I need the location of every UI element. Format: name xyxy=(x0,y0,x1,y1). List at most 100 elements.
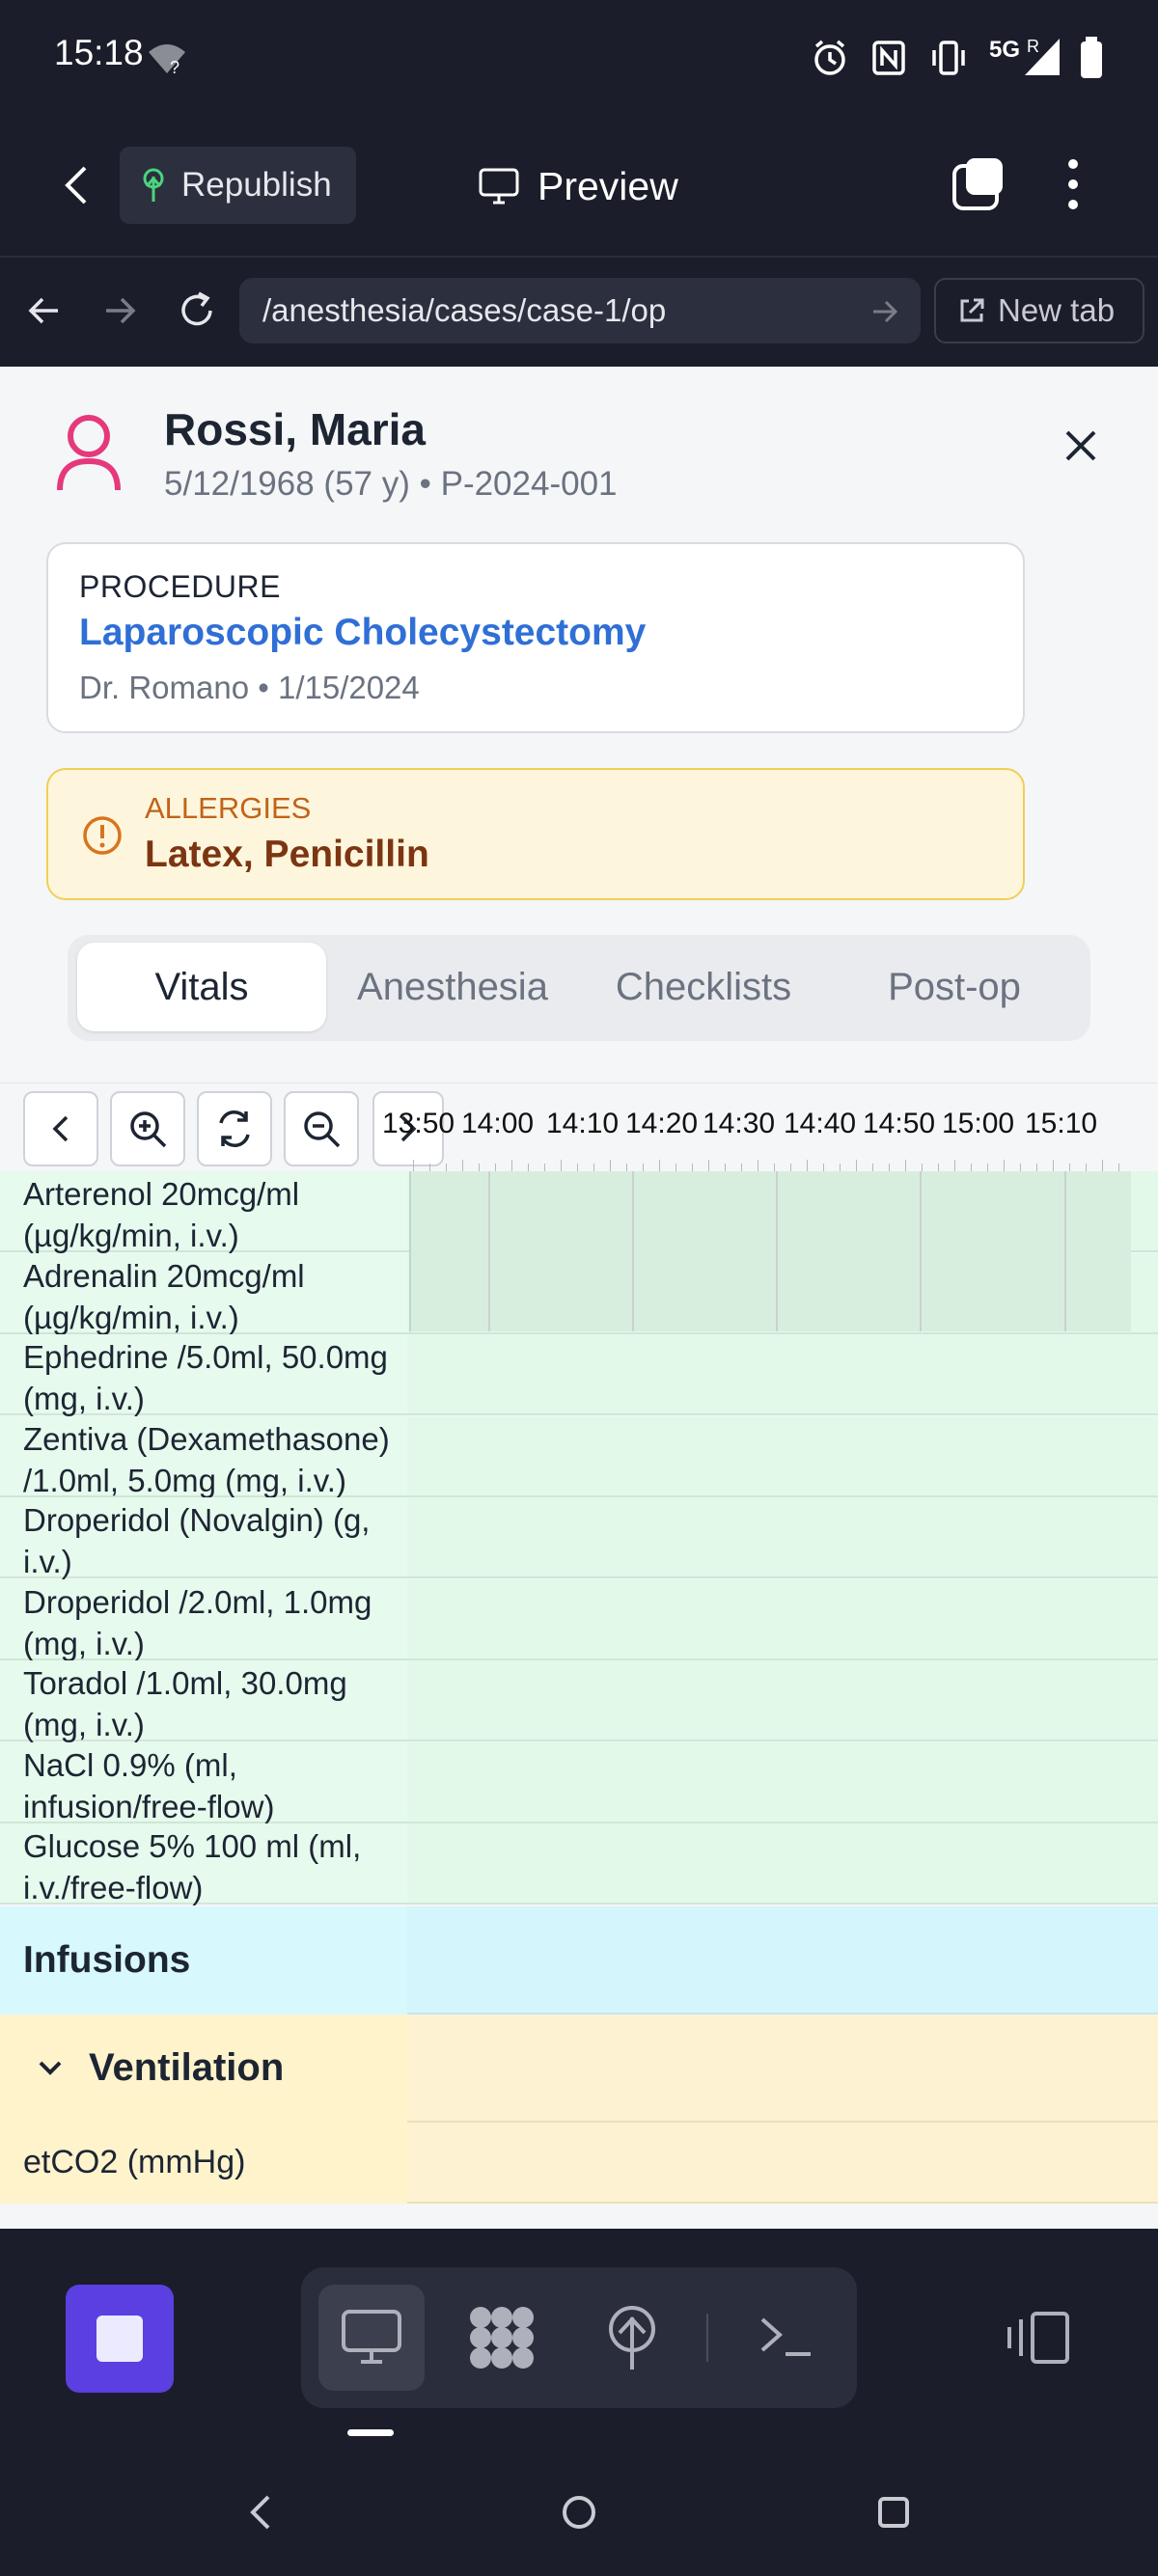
timeline-tick-mark xyxy=(577,1164,578,1171)
vibrate-icon xyxy=(932,41,965,75)
timeline-tick-mark xyxy=(528,1164,529,1171)
patient-name: Rossi, Maria xyxy=(164,404,426,454)
timeline-tick-mark xyxy=(429,1164,430,1171)
chevron-down-icon[interactable] xyxy=(33,2051,68,2086)
infusions-label: Infusions xyxy=(23,1939,191,1981)
medication-row[interactable]: Toradol /1.0ml, 30.0mg (mg, i.v.) xyxy=(0,1660,1158,1742)
patient-meta: 5/12/1968 (57 y) • P-2024-001 xyxy=(164,465,618,503)
timeline-tick-mark xyxy=(659,1160,660,1171)
system-recents-icon[interactable] xyxy=(872,2491,915,2534)
timeline-tick-mark xyxy=(446,1164,447,1171)
procedure-meta: Dr. Romano • 1/15/2024 xyxy=(79,670,420,705)
timeline-tick-mark xyxy=(593,1164,594,1171)
timeline-tick-mark xyxy=(987,1164,988,1171)
back-icon[interactable] xyxy=(58,162,96,208)
new-tab-button[interactable]: New tab xyxy=(934,278,1144,343)
timeline-tick-mark xyxy=(774,1164,775,1171)
chart-gridline xyxy=(1064,1171,1066,1331)
medication-row[interactable]: NaCl 0.9% (ml, infusion/free-flow) xyxy=(0,1741,1158,1824)
medication-label: Droperidol (Novalgin) (g, i.v.) xyxy=(23,1502,371,1579)
timeline-tick-mark xyxy=(1053,1160,1054,1171)
more-options-icon[interactable] xyxy=(1062,156,1085,212)
svg-text:R: R xyxy=(1027,37,1039,56)
medication-row[interactable]: Ephedrine /5.0ml, 50.0mg (mg, i.v.) xyxy=(0,1334,1158,1416)
svg-text:?: ? xyxy=(170,58,179,75)
url-text: /anesthesia/cases/case-1/op xyxy=(262,292,667,328)
medication-row[interactable]: Droperidol /2.0ml, 1.0mg (mg, i.v.) xyxy=(0,1578,1158,1661)
desktop-icon[interactable] xyxy=(340,2308,403,2368)
wifi-icon: ? xyxy=(149,44,185,75)
publish-icon[interactable] xyxy=(600,2304,664,2371)
tab-anesthesia[interactable]: Anesthesia xyxy=(328,943,577,1031)
apps-icon[interactable] xyxy=(467,2304,537,2371)
reset-icon xyxy=(219,1110,250,1147)
timeline-tick-mark xyxy=(413,1160,414,1171)
procedure-title: Laparoscopic Cholecystectomy xyxy=(79,612,647,653)
battery-icon xyxy=(1081,37,1102,78)
timeline-chart-area xyxy=(409,1171,1131,1331)
timeline-tick-mark xyxy=(1004,1160,1005,1171)
system-home-icon[interactable] xyxy=(558,2491,600,2534)
medication-label: Toradol /1.0ml, 30.0mg (mg, i.v.) xyxy=(23,1665,347,1742)
timeline-tick-mark xyxy=(725,1164,726,1171)
split-screen-icon[interactable] xyxy=(1004,2310,1073,2366)
timeline-tick-mark xyxy=(807,1160,808,1171)
timeline-tick-mark xyxy=(692,1164,693,1171)
nav-forward-icon[interactable] xyxy=(100,291,139,330)
zoom-in-icon xyxy=(130,1111,167,1148)
medication-label: Zentiva (Dexamethasone) /1.0ml, 5.0mg (m… xyxy=(23,1420,390,1498)
new-tab-label: New tab xyxy=(998,292,1116,328)
timeline-tick: 14:50 xyxy=(863,1108,936,1139)
tab-checklists[interactable]: Checklists xyxy=(579,943,828,1031)
chart-gridline xyxy=(920,1171,922,1331)
medication-row[interactable]: Zentiva (Dexamethasone) /1.0ml, 5.0mg (m… xyxy=(0,1415,1158,1498)
home-indicator xyxy=(347,2429,394,2436)
chevron-left-icon xyxy=(52,1115,69,1142)
timeline-tick-mark xyxy=(905,1160,906,1171)
timeline-tick: 15:10 xyxy=(1025,1108,1098,1139)
timeline-tick-mark xyxy=(872,1164,873,1171)
go-icon[interactable] xyxy=(870,297,899,326)
timeline-tick: 14:10 xyxy=(546,1108,620,1139)
timeline-tick-mark xyxy=(1036,1164,1037,1171)
patient-avatar-icon xyxy=(57,415,121,491)
timeline-tick-mark xyxy=(971,1164,972,1171)
timeline-tick: 14:00 xyxy=(461,1108,535,1139)
medication-row[interactable]: Droperidol (Novalgin) (g, i.v.) xyxy=(0,1497,1158,1579)
timeline-prev-button[interactable] xyxy=(23,1091,98,1166)
timeline-tick: 14:20 xyxy=(625,1108,699,1139)
url-input[interactable]: /anesthesia/cases/case-1/op xyxy=(239,278,921,343)
timeline-tick-mark xyxy=(1020,1164,1021,1171)
dock-divider xyxy=(706,2314,708,2362)
nav-back-icon[interactable] xyxy=(25,291,64,330)
preview-button[interactable]: Preview xyxy=(478,154,678,218)
medication-label: Droperidol /2.0ml, 1.0mg (mg, i.v.) xyxy=(23,1583,372,1661)
republish-button[interactable]: Republish xyxy=(120,147,356,224)
zoom-in-button[interactable] xyxy=(110,1091,185,1166)
zoom-out-button[interactable] xyxy=(284,1091,359,1166)
reload-icon[interactable] xyxy=(176,289,218,332)
close-icon[interactable] xyxy=(1062,426,1100,465)
timeline-tick-mark xyxy=(840,1164,841,1171)
alert-icon xyxy=(83,816,122,855)
medication-label: Adrenalin 20mcg/ml (µg/kg/min, i.v.) xyxy=(23,1257,305,1335)
zoom-out-icon xyxy=(304,1111,341,1148)
terminal-icon[interactable] xyxy=(757,2312,814,2360)
status-time: 15:18 xyxy=(54,33,144,72)
timeline-tick-mark xyxy=(856,1160,857,1171)
reset-zoom-button[interactable] xyxy=(197,1091,272,1166)
preview-label: Preview xyxy=(538,163,678,208)
timeline-tick: 13:50 xyxy=(382,1108,455,1139)
timeline-tick-mark xyxy=(643,1164,644,1171)
timeline-tick-mark xyxy=(495,1164,496,1171)
system-back-icon[interactable] xyxy=(241,2491,280,2534)
tab-post-op[interactable]: Post-op xyxy=(830,943,1079,1031)
timeline-tick-mark xyxy=(1069,1164,1070,1171)
medication-row[interactable]: Glucose 5% 100 ml (ml, i.v./free-flow) xyxy=(0,1823,1158,1905)
timeline-tick-mark xyxy=(938,1164,939,1171)
medication-label: Ephedrine /5.0ml, 50.0mg (mg, i.v.) xyxy=(23,1339,388,1416)
tab-vitals[interactable]: Vitals xyxy=(77,943,326,1031)
network-type: 5G xyxy=(989,37,1021,63)
timeline-tick-mark xyxy=(561,1160,562,1171)
tabs-icon[interactable] xyxy=(951,156,1005,212)
